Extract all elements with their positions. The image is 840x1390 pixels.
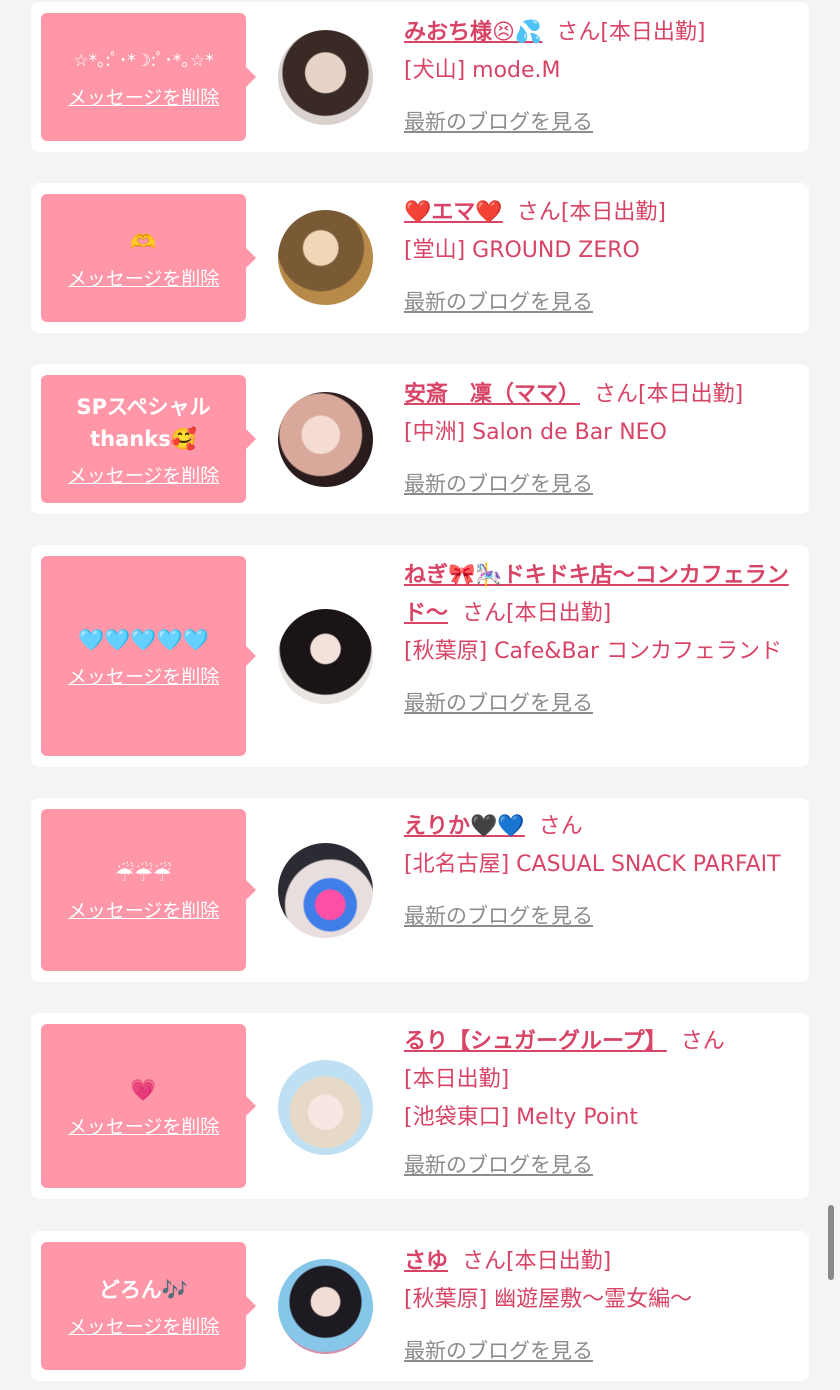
delete-message-link[interactable]: メッセージを削除 [68, 264, 220, 291]
avatar[interactable] [278, 1259, 373, 1354]
message-card: 💗 メッセージを削除 るり【シュガーグループ】 さん [本日出勤] [池袋東口] … [31, 1013, 809, 1199]
cast-name-link[interactable]: るり【シュガーグループ】 [404, 1029, 667, 1054]
shop-text: [堂山] GROUND ZERO [404, 238, 640, 263]
cast-info: ねぎ🎀🎠ドキドキ店〜コンカフェランド〜 さん[本日出勤] [秋葉原] Cafe&B… [404, 557, 796, 722]
honorific: さん [556, 20, 601, 45]
avatar[interactable] [278, 609, 373, 704]
cast-info: るり【シュガーグループ】 さん [本日出勤] [池袋東口] Melty Point… [404, 1023, 796, 1184]
message-card: SPスペシャル thanks🥰 メッセージを削除 安斎 凜（ママ） さん[本日出勤… [31, 364, 809, 514]
delete-message-link[interactable]: メッセージを削除 [68, 83, 220, 110]
latest-blog-link[interactable]: 最新のブログを見る [404, 1332, 593, 1370]
status-text: [本日出勤] [600, 20, 706, 45]
status-text: [本日出勤] [404, 1067, 510, 1092]
latest-blog-link[interactable]: 最新のブログを見る [404, 103, 593, 141]
honorific: さん [594, 382, 639, 407]
latest-blog-link[interactable]: 最新のブログを見る [404, 283, 593, 321]
message-text: 🫶 [130, 229, 157, 254]
cast-info: さゆ さん[本日出勤] [秋葉原] 幽遊屋敷〜霊女編〜 最新のブログを見る [404, 1243, 796, 1370]
shop-text: [北名古屋] CASUAL SNACK PARFAIT [404, 852, 781, 877]
cast-name-link[interactable]: えりか🖤💙 [404, 814, 525, 839]
message-text: SPスペシャル thanks🥰 [76, 394, 211, 451]
message-card: ☔☔☔ メッセージを削除 えりか🖤💙 さん [北名古屋] CASUAL SNACK… [31, 798, 809, 982]
message-text: 🩵🩵🩵🩵🩵 [78, 627, 209, 652]
delete-message-link[interactable]: メッセージを削除 [68, 461, 220, 488]
message-card: 🩵🩵🩵🩵🩵 メッセージを削除 ねぎ🎀🎠ドキドキ店〜コンカフェランド〜 さん[本日出… [31, 545, 809, 767]
shop-text: [秋葉原] Cafe&Bar コンカフェランド [404, 639, 783, 664]
message-text: ☔☔☔ [115, 861, 172, 886]
status-text: [本日出勤] [560, 200, 666, 225]
message-bubble: ☔☔☔ メッセージを削除 [41, 809, 256, 971]
message-bubble: 💗 メッセージを削除 [41, 1024, 256, 1188]
message-bubble: ☆*｡:ﾟ･*☽:ﾟ･*｡☆* メッセージを削除 [41, 13, 256, 141]
message-card: ☆*｡:ﾟ･*☽:ﾟ･*｡☆* メッセージを削除 みおち様😣💦 さん[本日出勤] … [31, 2, 809, 152]
delete-message-link[interactable]: メッセージを削除 [68, 1112, 220, 1139]
status-text: [本日出勤] [506, 601, 612, 626]
cast-name-link[interactable]: ❤️エマ❤️ [404, 200, 503, 225]
avatar[interactable] [278, 30, 373, 125]
message-bubble: 🩵🩵🩵🩵🩵 メッセージを削除 [41, 556, 256, 756]
delete-message-link[interactable]: メッセージを削除 [68, 1312, 220, 1339]
scrollbar-thumb[interactable] [828, 1205, 834, 1280]
avatar[interactable] [278, 843, 373, 938]
honorific: さん [462, 601, 507, 626]
message-bubble: 🫶 メッセージを削除 [41, 194, 256, 322]
shop-text: [池袋東口] Melty Point [404, 1105, 639, 1130]
delete-message-link[interactable]: メッセージを削除 [68, 662, 220, 689]
latest-blog-link[interactable]: 最新のブログを見る [404, 465, 593, 503]
cast-info: ❤️エマ❤️ さん[本日出勤] [堂山] GROUND ZERO 最新のブログを見… [404, 194, 796, 321]
honorific: さん [516, 200, 561, 225]
latest-blog-link[interactable]: 最新のブログを見る [404, 684, 593, 722]
status-text: [本日出勤] [638, 382, 744, 407]
cast-name-link[interactable]: 安斎 凜（ママ） [404, 382, 580, 407]
message-text: 💗 [130, 1077, 157, 1102]
cast-name-link[interactable]: みおち様😣💦 [404, 20, 542, 45]
cast-info: みおち様😣💦 さん[本日出勤] [犬山] mode.M 最新のブログを見る [404, 14, 796, 141]
shop-text: [中洲] Salon de Bar NEO [404, 420, 667, 445]
latest-blog-link[interactable]: 最新のブログを見る [404, 897, 593, 935]
cast-info: 安斎 凜（ママ） さん[本日出勤] [中洲] Salon de Bar NEO 最… [404, 376, 796, 503]
honorific: さん [462, 1249, 507, 1274]
message-text: ☆*｡:ﾟ･*☽:ﾟ･*｡☆* [73, 50, 214, 71]
cast-name-link[interactable]: さゆ [404, 1249, 448, 1274]
message-text: どろん🎶 [98, 1277, 189, 1302]
avatar[interactable] [278, 210, 373, 305]
message-card: どろん🎶 メッセージを削除 さゆ さん[本日出勤] [秋葉原] 幽遊屋敷〜霊女編〜… [31, 1231, 809, 1381]
avatar[interactable] [278, 1060, 373, 1155]
avatar[interactable] [278, 392, 373, 487]
latest-blog-link[interactable]: 最新のブログを見る [404, 1146, 593, 1184]
message-bubble: どろん🎶 メッセージを削除 [41, 1242, 256, 1370]
status-text: [本日出勤] [506, 1249, 612, 1274]
message-bubble: SPスペシャル thanks🥰 メッセージを削除 [41, 375, 256, 503]
shop-text: [犬山] mode.M [404, 58, 561, 83]
honorific: さん [538, 814, 583, 839]
message-card: 🫶 メッセージを削除 ❤️エマ❤️ さん[本日出勤] [堂山] GROUND ZE… [31, 183, 809, 333]
cast-info: えりか🖤💙 さん [北名古屋] CASUAL SNACK PARFAIT 最新のブ… [404, 808, 796, 935]
shop-text: [秋葉原] 幽遊屋敷〜霊女編〜 [404, 1287, 693, 1312]
delete-message-link[interactable]: メッセージを削除 [68, 896, 220, 923]
honorific: さん [680, 1029, 725, 1054]
